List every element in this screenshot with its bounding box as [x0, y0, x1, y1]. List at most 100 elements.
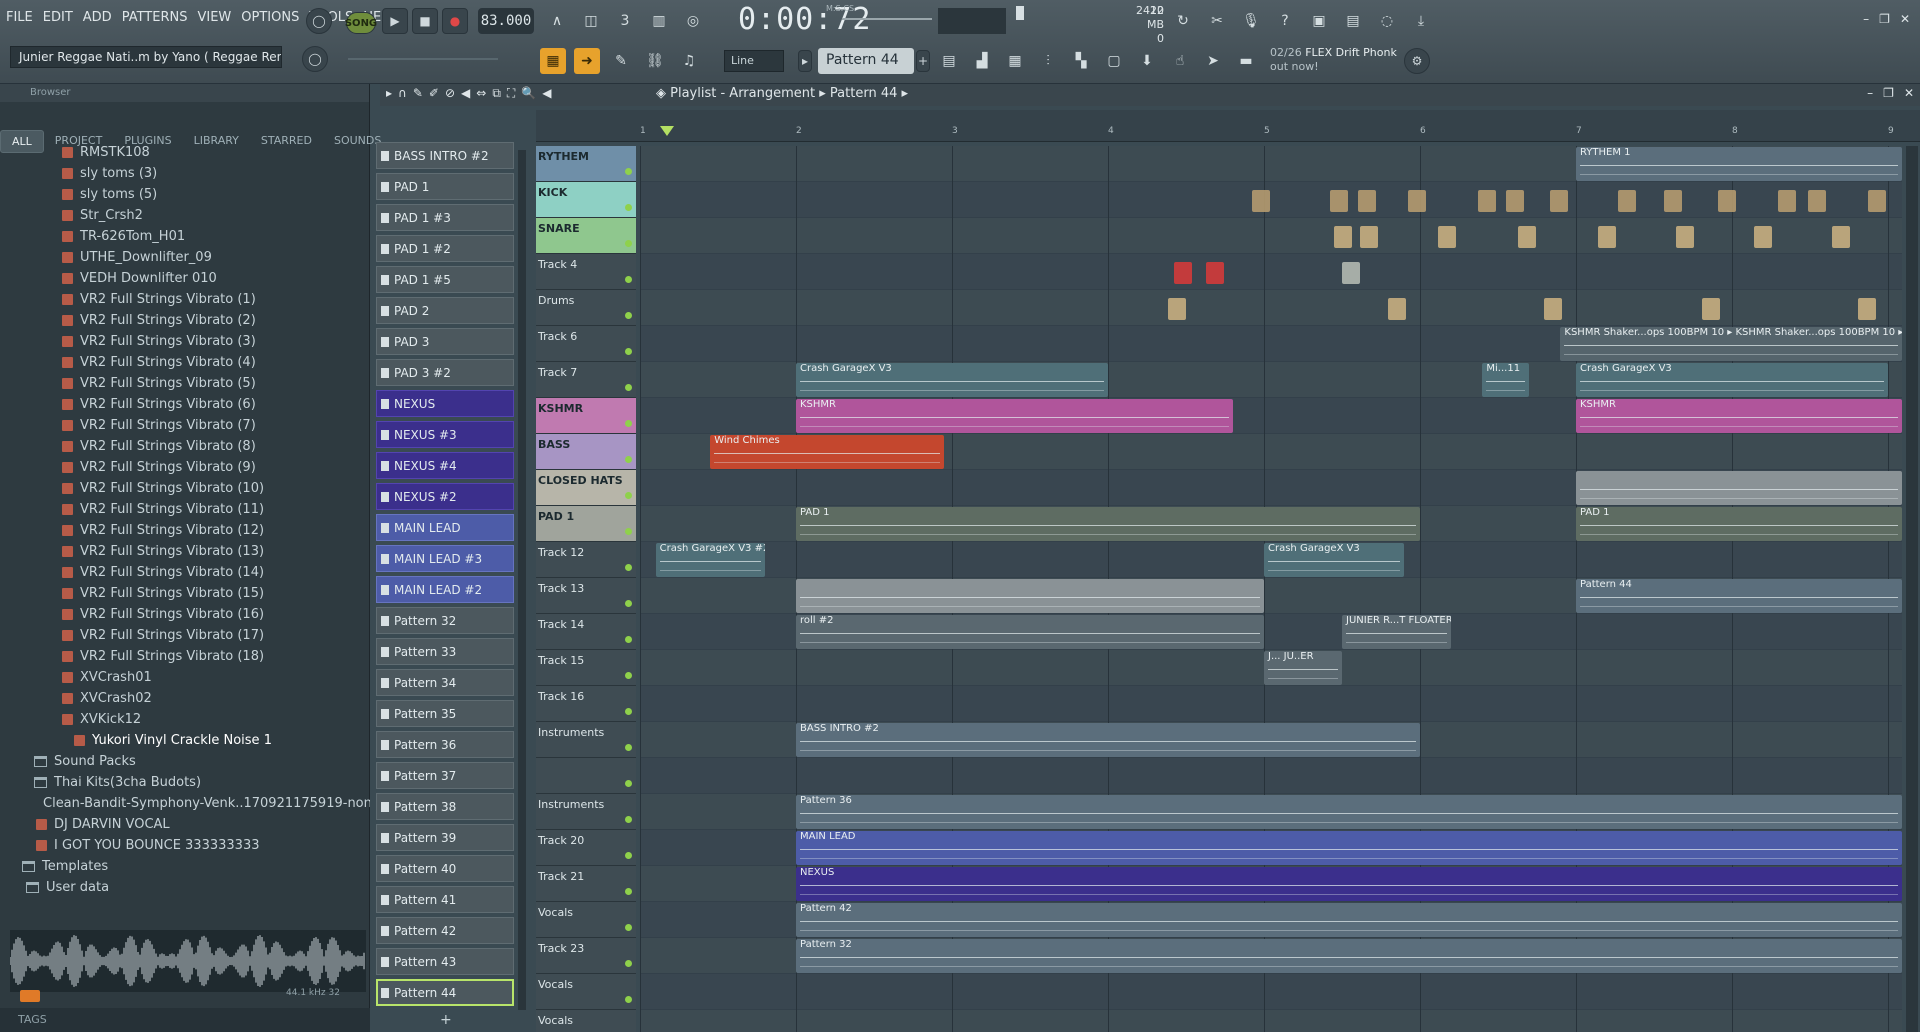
- playlist-icon[interactable]: ▤: [936, 48, 962, 74]
- save-icon[interactable]: ▣: [1306, 8, 1332, 34]
- help-icon[interactable]: ?: [1272, 8, 1298, 34]
- snare-clip[interactable]: [1438, 226, 1456, 248]
- playlist-clip[interactable]: J... JU..ER: [1264, 651, 1342, 685]
- track-enable-led[interactable]: [625, 708, 632, 715]
- browser-file[interactable]: VEDH Downlifter 010: [0, 268, 370, 289]
- track-enable-led[interactable]: [625, 492, 632, 499]
- track-row[interactable]: [640, 218, 1902, 254]
- mute-icon[interactable]: ◀: [461, 86, 470, 101]
- pattern-list-scrollbar[interactable]: [518, 150, 526, 1010]
- browser-file[interactable]: VR2 Full Strings Vibrato (5): [0, 373, 370, 394]
- track-row[interactable]: [640, 686, 1902, 722]
- tempo-tap-icon[interactable]: ➤: [1200, 48, 1226, 74]
- track-header[interactable]: Vocals: [536, 1010, 636, 1032]
- pattern-item[interactable]: Pattern 40: [376, 855, 514, 882]
- playlist-minimize-icon[interactable]: –: [1867, 86, 1873, 100]
- track-header[interactable]: Track 15: [536, 650, 636, 686]
- delete-icon[interactable]: ⊘: [445, 86, 455, 101]
- track-enable-led[interactable]: [625, 240, 632, 247]
- pattern-prev-icon[interactable]: ▸: [798, 50, 812, 72]
- pattern-song-knob-icon[interactable]: ◯: [306, 8, 332, 34]
- playlist-scrollbar[interactable]: [1906, 146, 1918, 1032]
- track-enable-led[interactable]: [625, 744, 632, 751]
- playlist-clip[interactable]: Crash GarageX V3: [796, 363, 1108, 397]
- track-header[interactable]: RYTHEM: [536, 146, 636, 182]
- track-enable-led[interactable]: [625, 780, 632, 787]
- slice-icon[interactable]: ⧉: [492, 86, 501, 101]
- kick-clip[interactable]: [1478, 190, 1496, 212]
- track-enable-led[interactable]: [625, 312, 632, 319]
- track-enable-led[interactable]: [625, 600, 632, 607]
- add-pattern-icon[interactable]: +: [916, 50, 930, 72]
- browser-file[interactable]: VR2 Full Strings Vibrato (2): [0, 310, 370, 331]
- browser-file[interactable]: VR2 Full Strings Vibrato (1): [0, 289, 370, 310]
- pattern-item[interactable]: PAD 1 #3: [376, 204, 514, 231]
- pattern-item[interactable]: Pattern 41: [376, 886, 514, 913]
- drum-fill-clip[interactable]: [1168, 298, 1186, 320]
- kick-clip[interactable]: [1868, 190, 1886, 212]
- countdown-icon[interactable]: 3: [612, 8, 638, 34]
- kick-clip[interactable]: [1506, 190, 1524, 212]
- wait-input-icon[interactable]: ◫: [578, 8, 604, 34]
- track-enable-led[interactable]: [625, 996, 632, 1003]
- snare-clip[interactable]: [1598, 226, 1616, 248]
- play-icon[interactable]: ▶: [382, 8, 408, 34]
- pattern-item[interactable]: PAD 3: [376, 328, 514, 355]
- tags-bar[interactable]: TAGS: [0, 1008, 370, 1032]
- track-enable-led[interactable]: [625, 960, 632, 967]
- playlist-clip[interactable]: Crash GarageX V3: [1576, 363, 1888, 397]
- playlist-clip[interactable]: Pattern 36: [796, 795, 1902, 829]
- browser-file[interactable]: sly toms (3): [0, 163, 370, 184]
- menu-patterns[interactable]: PATTERNS: [122, 10, 188, 25]
- pattern-item[interactable]: Pattern 42: [376, 917, 514, 944]
- browser-file[interactable]: VR2 Full Strings Vibrato (14): [0, 562, 370, 583]
- track-header[interactable]: Track 13: [536, 578, 636, 614]
- touch-icon[interactable]: ☝: [1167, 48, 1193, 74]
- settings-icon[interactable]: ⚙: [1404, 48, 1430, 74]
- playlist-clip[interactable]: MAIN LEAD: [796, 831, 1902, 865]
- track-header[interactable]: Track 23: [536, 938, 636, 974]
- track-header[interactable]: Instruments: [536, 722, 636, 758]
- track-header[interactable]: Track 20: [536, 830, 636, 866]
- snare-clip[interactable]: [1360, 226, 1378, 248]
- snare-clip[interactable]: [1676, 226, 1694, 248]
- link-icon[interactable]: ⛓: [642, 48, 668, 74]
- pattern-item[interactable]: NEXUS #3: [376, 421, 514, 448]
- pattern-selector[interactable]: Pattern 44: [818, 48, 914, 74]
- browser-file[interactable]: VR2 Full Strings Vibrato (12): [0, 520, 370, 541]
- pattern-item[interactable]: Pattern 35: [376, 700, 514, 727]
- loop-record-icon[interactable]: ◎: [680, 8, 706, 34]
- browser-file[interactable]: Clean-Bandit-Symphony-Venk..170921175919…: [0, 793, 370, 814]
- magnet-icon[interactable]: ∩: [398, 86, 407, 101]
- master-volume-slider[interactable]: [842, 18, 932, 20]
- browser-file[interactable]: VR2 Full Strings Vibrato (4): [0, 352, 370, 373]
- pattern-item[interactable]: NEXUS #2: [376, 483, 514, 510]
- browser-file[interactable]: Str_Crsh2: [0, 205, 370, 226]
- pattern-item[interactable]: Pattern 36: [376, 731, 514, 758]
- track-header[interactable]: Track 12: [536, 542, 636, 578]
- browser-folder-user-data[interactable]: User data: [0, 877, 370, 898]
- playback-icon[interactable]: ◀: [542, 86, 551, 101]
- track-header[interactable]: Track 7: [536, 362, 636, 398]
- playlist-clip[interactable]: NEXUS: [796, 867, 1902, 901]
- playlist-clip[interactable]: [796, 579, 1264, 613]
- kick-clip[interactable]: [1408, 190, 1426, 212]
- pattern-item[interactable]: Pattern 34: [376, 669, 514, 696]
- track-enable-led[interactable]: [625, 672, 632, 679]
- browser-file[interactable]: VR2 Full Strings Vibrato (7): [0, 415, 370, 436]
- kick-clip[interactable]: [1808, 190, 1826, 212]
- browser-file[interactable]: TR-626Tom_H01: [0, 226, 370, 247]
- playlist-clip[interactable]: Wind Chimes: [710, 435, 945, 469]
- typing-keyboard-icon[interactable]: ➜: [574, 48, 600, 74]
- pattern-item[interactable]: Pattern 44: [376, 979, 514, 1006]
- preview-play-icon[interactable]: [20, 990, 40, 1002]
- microphone-icon[interactable]: 🎙: [1238, 8, 1264, 34]
- pattern-item[interactable]: PAD 1: [376, 173, 514, 200]
- step-sequencer-icon[interactable]: ▟: [969, 48, 995, 74]
- tempo-display[interactable]: 83.000: [478, 8, 534, 34]
- playlist-clip[interactable]: Crash GarageX V3: [1264, 543, 1405, 577]
- snare-clip[interactable]: [1832, 226, 1850, 248]
- track-row[interactable]: [640, 254, 1902, 290]
- track4-clip[interactable]: [1174, 262, 1192, 284]
- chat-icon[interactable]: ◌: [1374, 8, 1400, 34]
